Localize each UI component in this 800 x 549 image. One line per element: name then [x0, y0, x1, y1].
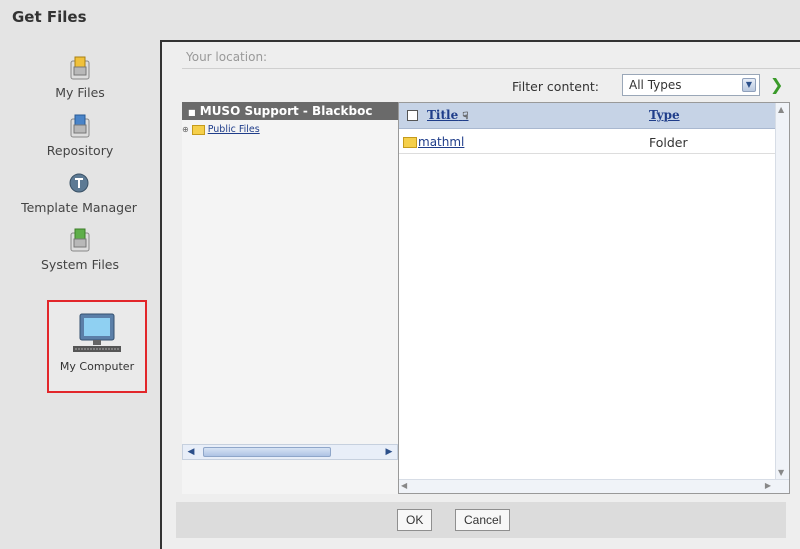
nav-my-files[interactable]: My Files [5, 55, 155, 100]
sort-indicator-icon: ☟ [462, 111, 469, 122]
nav-label: Repository [46, 143, 114, 158]
cancel-button[interactable]: Cancel [455, 509, 511, 531]
list-header: Title ☟ Type [399, 103, 789, 129]
divider [182, 68, 800, 69]
column-title-label: Title [427, 108, 459, 122]
column-type[interactable]: Type [649, 108, 680, 122]
row-type: Folder [649, 135, 688, 150]
file-list: Title ☟ Type mathml Folder ▲ ▼ ◀ ▶ [398, 102, 790, 494]
nav-label: My Computer [59, 360, 135, 373]
scroll-thumb[interactable] [203, 447, 331, 457]
repository-icon [70, 114, 90, 138]
folder-icon [191, 124, 205, 135]
template-icon [69, 173, 89, 193]
computer-icon [73, 313, 121, 352]
list-vertical-scrollbar[interactable]: ▲ ▼ [775, 103, 789, 493]
nav-my-computer[interactable]: My Computer [47, 300, 147, 393]
scroll-left-icon[interactable]: ◀ [185, 446, 197, 458]
location-label: Your location: [186, 50, 268, 64]
list-horizontal-scrollbar[interactable]: ◀ ▶ [399, 479, 789, 493]
folder-tree: ■ MUSO Support - Blackboc ⊕ Public Files [182, 102, 398, 494]
scroll-left-icon[interactable]: ◀ [401, 481, 407, 490]
scroll-right-icon[interactable]: ▶ [383, 446, 395, 458]
nav-label: System Files [40, 257, 119, 272]
dialog-footer: OK Cancel [176, 502, 786, 538]
select-all-checkbox[interactable] [407, 110, 418, 121]
column-title[interactable]: Title ☟ [427, 108, 469, 122]
filter-label: Filter content: [512, 79, 599, 94]
tree-root[interactable]: ■ MUSO Support - Blackboc [182, 102, 398, 120]
system-files-icon [70, 228, 90, 252]
square-bullet-icon: ■ [188, 108, 196, 117]
tree-horizontal-scrollbar[interactable]: ◀ ▶ [182, 444, 398, 460]
page-title: Get Files [12, 8, 87, 26]
folder-icon [403, 137, 417, 148]
nav-repository[interactable]: Repository [5, 113, 155, 158]
ok-button[interactable]: OK [397, 509, 433, 531]
chevron-down-icon[interactable]: ▼ [742, 78, 756, 92]
file-box-icon [70, 56, 90, 80]
table-row[interactable]: mathml Folder [399, 130, 789, 154]
nav-system-files[interactable]: System Files [5, 227, 155, 272]
row-name[interactable]: mathml [418, 135, 464, 149]
scroll-up-icon[interactable]: ▲ [778, 105, 784, 114]
tree-item[interactable]: ⊕ Public Files [182, 124, 260, 135]
tree-root-label: MUSO Support - Blackboc [199, 104, 373, 118]
expand-icon[interactable]: ⊕ [182, 125, 189, 134]
nav-label: Template Manager [21, 200, 137, 215]
file-dialog: Your location: Filter content: All Types… [160, 40, 800, 549]
scroll-right-icon[interactable]: ▶ [765, 481, 771, 490]
filter-value: All Types [629, 78, 682, 92]
scroll-down-icon[interactable]: ▼ [778, 468, 784, 477]
filter-select[interactable]: All Types ▼ [622, 74, 760, 96]
go-arrow-icon[interactable]: ❯ [770, 77, 784, 93]
nav-label: My Files [55, 85, 105, 100]
tree-item-link[interactable]: Public Files [208, 124, 260, 135]
nav-template-manager[interactable]: Template Manager [4, 170, 154, 215]
